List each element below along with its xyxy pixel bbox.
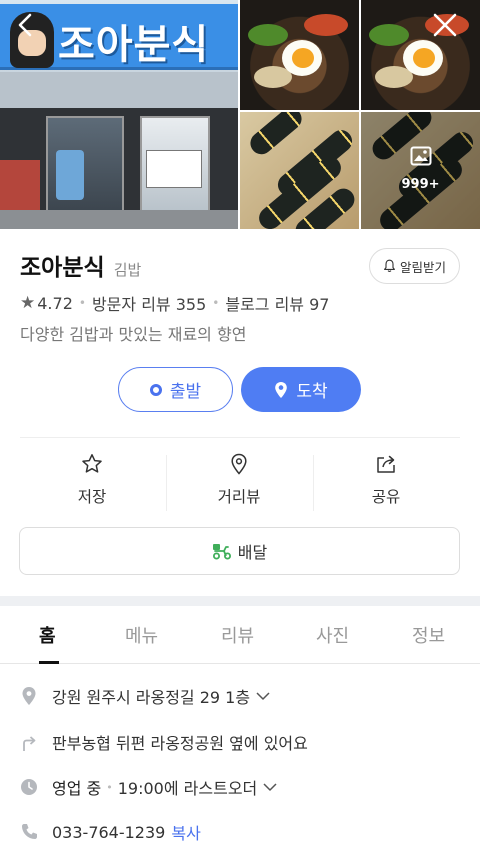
tab-menu[interactable]: 메뉴	[125, 622, 158, 648]
map-pin-outline-icon	[231, 453, 247, 475]
phone-number[interactable]: 033-764-1239	[52, 823, 165, 841]
departure-dot-icon	[149, 383, 162, 396]
address-row[interactable]: 강원 원주시 라옹정길 29 1층	[20, 684, 270, 708]
photo-gallery[interactable]: 조아분식 999+	[0, 0, 480, 229]
photo-signboard	[0, 160, 40, 210]
food-photo-bibimbap-1[interactable]	[240, 0, 359, 110]
tab-bar: 홈 메뉴 리뷰 사진 정보	[0, 606, 480, 664]
arrival-button[interactable]: 도착	[241, 367, 361, 412]
location-pin-icon	[22, 687, 36, 705]
photo-floor	[0, 210, 238, 229]
directions-text: 판부농협 뒤편 라옹정공원 옆에 있어요	[52, 734, 308, 753]
bell-icon	[384, 259, 395, 272]
chevron-down-icon	[256, 692, 270, 700]
departure-button[interactable]: 출발	[118, 367, 233, 412]
street-view-button[interactable]: 거리뷰	[166, 452, 312, 512]
directions-row: 판부농협 뒤편 라옹정공원 옆에 있어요	[20, 730, 308, 754]
star-outline-icon	[82, 454, 102, 473]
review-stats: ★ 4.72 • 방문자 리뷰 355 • 블로그 리뷰 97	[20, 291, 330, 315]
photo-poster	[56, 150, 84, 200]
save-button[interactable]: 저장	[19, 452, 165, 512]
photo-menu-board	[146, 150, 202, 188]
close-icon[interactable]	[432, 12, 458, 38]
photo-wall	[0, 72, 238, 112]
hours-row[interactable]: 영업 중 • 19:00에 라스트오더	[20, 775, 277, 799]
save-label: 저장	[77, 488, 107, 506]
copy-phone-link[interactable]: 복사	[171, 820, 200, 841]
departure-label: 출발	[169, 382, 202, 402]
phone-row: 033-764-1239 복사	[20, 820, 201, 841]
phone-icon	[22, 824, 37, 839]
tab-home[interactable]: 홈	[39, 622, 56, 648]
address-text: 강원 원주시 라옹정길 29 1층	[52, 688, 251, 707]
place-name: 조아분식	[20, 255, 105, 281]
storefront-sign-text: 조아분식	[58, 22, 210, 68]
notify-button[interactable]: 알림받기	[369, 248, 460, 284]
food-photo-bibimbap-2[interactable]	[361, 0, 480, 110]
food-photo-kimbap-1[interactable]	[240, 112, 359, 229]
arrival-label: 도착	[296, 382, 328, 402]
open-status: 영업 중	[52, 779, 102, 798]
delivery-label: 배달	[237, 543, 268, 562]
place-title: 조아분식 김밥	[20, 248, 142, 281]
location-pin-icon	[275, 381, 288, 398]
chevron-down-icon	[263, 783, 277, 791]
share-button[interactable]: 공유	[313, 452, 459, 512]
active-tab-indicator	[39, 661, 59, 664]
tab-info[interactable]: 정보	[412, 622, 445, 648]
visitor-reviews-link[interactable]: 방문자 리뷰 355	[92, 291, 206, 315]
rating-value: 4.72	[37, 293, 73, 313]
back-arrow-icon[interactable]	[14, 12, 40, 38]
photo-count: 999+	[401, 177, 440, 192]
star-icon: ★	[20, 293, 36, 313]
place-description: 다양한 김밥과 맛있는 재료의 향연	[20, 325, 247, 344]
tab-reviews[interactable]: 리뷰	[221, 622, 254, 648]
image-icon	[410, 146, 432, 166]
hours-text: 19:00에 라스트오더	[117, 779, 258, 798]
food-photo-more[interactable]: 999+	[361, 112, 480, 229]
share-icon	[377, 455, 395, 473]
tab-photos[interactable]: 사진	[316, 622, 349, 648]
delivery-button[interactable]: 배달	[19, 527, 460, 575]
section-divider	[0, 596, 480, 606]
street-view-label: 거리뷰	[217, 488, 261, 506]
share-label: 공유	[371, 488, 401, 506]
blog-reviews-link[interactable]: 블로그 리뷰 97	[225, 291, 329, 315]
notify-label: 알림받기	[399, 259, 446, 275]
delivery-scooter-icon	[212, 544, 231, 560]
divider	[20, 437, 460, 438]
clock-icon	[21, 779, 37, 795]
place-category: 김밥	[113, 261, 142, 279]
turn-arrow-icon	[23, 736, 36, 751]
